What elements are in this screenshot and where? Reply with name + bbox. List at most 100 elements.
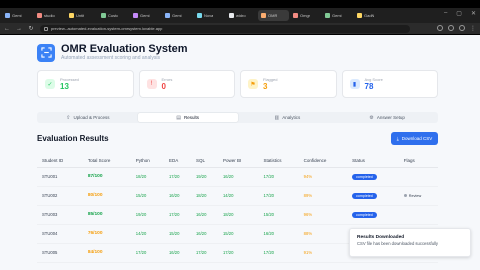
tab-favicon-icon xyxy=(197,13,202,18)
site-info-icon[interactable] xyxy=(44,26,48,31)
section-score: 16/20 xyxy=(217,167,259,187)
document-icon: ▤ xyxy=(176,114,181,121)
tab-favicon-icon xyxy=(5,13,10,18)
section-score: 17/20 xyxy=(258,167,299,187)
section-score: 14/20 xyxy=(217,186,259,206)
review-flag[interactable]: Review xyxy=(403,194,421,198)
section-score: 16/20 xyxy=(163,186,191,206)
table-row[interactable]: STU001 87/100 18/20 17/20 19/20 16/20 17/20 94%… xyxy=(37,167,438,187)
toast-notification[interactable]: Results Downloaded CSV file has been dow… xyxy=(349,228,471,257)
browser-tab[interactable]: Gemi xyxy=(130,10,161,21)
section-score: 16/20 xyxy=(190,205,218,225)
browser-tab-label: Gemi xyxy=(12,13,22,18)
window-controls: – ▢ ✕ xyxy=(444,10,476,17)
browser-tab[interactable]: Custo xyxy=(98,10,129,21)
student-id: STU004 xyxy=(37,224,83,244)
minimize-icon[interactable]: – xyxy=(444,10,447,17)
confidence: 96% xyxy=(298,205,348,225)
browser-tabstrip: Gemi studio Untit Custo Gemi Gemi Nova widro OMR… xyxy=(0,8,480,23)
bookmark-icon[interactable] xyxy=(437,25,443,31)
student-id: STU003 xyxy=(37,205,83,225)
browser-toolbar: ← → ↻ preview--automated-evaluation-syst… xyxy=(0,23,480,34)
total-score: 76/100 xyxy=(82,224,131,244)
student-id: STU005 xyxy=(37,243,83,263)
flags-cell xyxy=(398,205,438,225)
tab-favicon-icon xyxy=(133,13,138,18)
student-id: STU001 xyxy=(37,167,83,187)
tab-analytics[interactable]: ▥ Analytics xyxy=(238,113,338,122)
section-score: 15/20 xyxy=(217,224,259,244)
browser-tab[interactable]: studio xyxy=(34,10,65,21)
table-row[interactable]: STU003 85/100 19/20 17/20 16/20 18/20 15/20 96%… xyxy=(37,205,438,225)
reload-icon[interactable]: ↻ xyxy=(28,25,34,32)
stats-row: ✓ Processed 13! Errors 0 ⚑ Flagged 3 ▮ Avg Score 7… xyxy=(37,70,438,98)
flags-cell: Review xyxy=(398,186,438,206)
section-score: 17/20 xyxy=(130,243,164,263)
status-cell: completed xyxy=(347,205,399,225)
check-icon: ✓ xyxy=(45,79,55,89)
results-title: Evaluation Results xyxy=(37,134,109,143)
section-score: 17/20 xyxy=(217,243,259,263)
profile-avatar-icon[interactable] xyxy=(459,25,465,31)
url-text: preview--automated-evaluation-system-omr… xyxy=(51,26,163,31)
stat-value: 0 xyxy=(161,81,166,91)
section-score: 18/20 xyxy=(217,205,259,225)
browser-tab[interactable]: Gemi xyxy=(2,10,33,21)
column-header: Statistics xyxy=(258,155,299,168)
section-score: 17/20 xyxy=(163,205,191,225)
main-tabs: ⇧ Upload & Process ▤ Results ▥ Analytics ⚙ Answ… xyxy=(37,112,438,123)
browser-tab[interactable]: GadN xyxy=(354,10,385,21)
browser-tab[interactable]: Nova xyxy=(194,10,225,21)
download-csv-button[interactable]: ⤓ Download CSV xyxy=(391,132,438,145)
browser-tab-label: Gemi xyxy=(332,13,342,18)
flag-icon: ⚑ xyxy=(248,79,258,89)
forward-icon[interactable]: → xyxy=(16,26,22,32)
chart-icon: ▮ xyxy=(349,79,360,89)
analytics-icon: ▥ xyxy=(274,114,280,121)
status-badge: completed xyxy=(352,192,377,199)
app-header: OMR Evaluation System Automated assessme… xyxy=(37,43,188,62)
total-score: 80/100 xyxy=(82,186,131,206)
column-header: Status xyxy=(347,155,399,168)
extensions-icon[interactable] xyxy=(448,25,454,31)
browser-tab[interactable]: widro xyxy=(226,10,257,21)
stat-card: ! Errors 0 xyxy=(138,70,235,98)
total-score: 85/100 xyxy=(82,205,131,225)
menu-icon[interactable]: ⋮ xyxy=(470,25,476,32)
browser-tab[interactable]: OMR xyxy=(258,10,289,21)
stat-label: Avg Score xyxy=(364,76,383,82)
browser-tab-label: Gemi xyxy=(140,13,150,18)
alert-icon: ! xyxy=(146,79,157,89)
address-bar[interactable]: preview--automated-evaluation-system-omr… xyxy=(40,24,410,33)
section-score: 16/20 xyxy=(258,224,299,244)
tab-upload-process[interactable]: ⇧ Upload & Process xyxy=(38,113,138,122)
column-header: SQL xyxy=(190,155,218,168)
tab-results[interactable]: ▤ Results xyxy=(137,113,238,122)
browser-tab[interactable]: Gemi xyxy=(322,10,353,21)
app-title: OMR Evaluation System xyxy=(61,43,188,55)
total-score: 87/100 xyxy=(82,167,131,187)
app-subtitle: Automated assessment scoring and analysi… xyxy=(61,55,160,61)
tab-favicon-icon xyxy=(293,13,298,18)
section-score: 16/20 xyxy=(163,243,191,263)
browser-tab-label: Untit xyxy=(76,13,85,18)
tab-favicon-icon xyxy=(101,13,106,18)
column-header: EDA xyxy=(163,155,191,168)
maximize-icon[interactable]: ▢ xyxy=(456,10,462,17)
column-header: Total Score xyxy=(82,155,131,168)
section-score: 18/20 xyxy=(190,186,218,206)
stat-label: Processed xyxy=(60,76,79,82)
close-icon[interactable]: ✕ xyxy=(471,10,476,17)
section-score: 19/20 xyxy=(190,167,218,187)
stat-value: 13 xyxy=(60,81,69,91)
tab-favicon-icon xyxy=(325,13,330,18)
tab-favicon-icon xyxy=(261,13,266,18)
scan-logo-icon xyxy=(37,43,55,62)
tab-answer-setup[interactable]: ⚙ Answer Setup xyxy=(337,113,437,122)
browser-tab[interactable]: Untit xyxy=(66,10,97,21)
table-row[interactable]: STU002 80/100 15/20 16/20 18/20 14/20 17/20 89%… xyxy=(37,186,438,206)
browser-tab[interactable]: Omgr xyxy=(290,10,321,21)
browser-tab[interactable]: Gemi xyxy=(162,10,193,21)
back-icon[interactable]: ← xyxy=(4,26,10,32)
status-badge: completed xyxy=(352,211,377,218)
